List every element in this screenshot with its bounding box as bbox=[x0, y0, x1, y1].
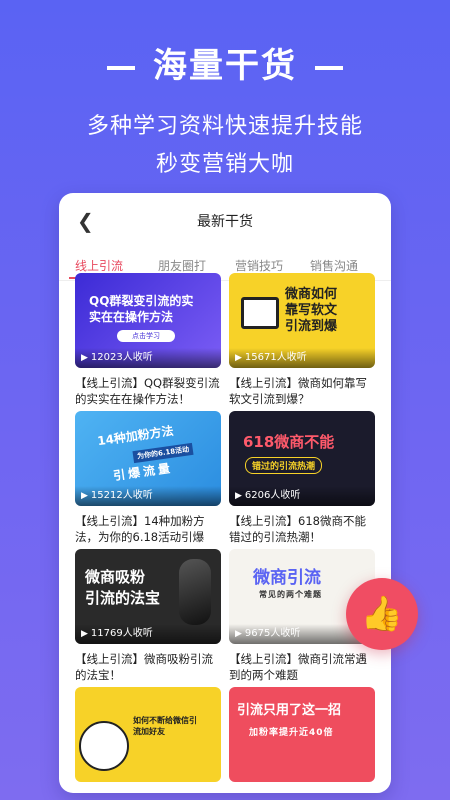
article-card[interactable]: 引流只用了这一招 加粉率提升近40倍 bbox=[229, 687, 375, 782]
article-thumbnail: QQ群裂变引流的实 实在在操作方法 点击学习 ▶ 12023人收听 bbox=[75, 273, 221, 368]
top-bar: ❮ 最新干货 bbox=[59, 193, 391, 251]
thumbnail-subtext: 常见的两个难题 bbox=[259, 590, 322, 599]
article-thumbnail: 如何不断给微信引流加好友 bbox=[75, 687, 221, 782]
article-title: 【线上引流】618微商不能错过的引流热潮！ bbox=[229, 514, 366, 544]
article-card[interactable]: QQ群裂变引流的实 实在在操作方法 点击学习 ▶ 12023人收听 【线上引流】Q… bbox=[75, 273, 221, 407]
thumbnail-text: 14种加粉方法 bbox=[96, 423, 175, 449]
listen-count: ▶ 11769人收听 bbox=[75, 624, 221, 644]
thumbnail-text: 618微商不能 bbox=[243, 433, 335, 451]
phone-screen: ❮ 最新干货 线上引流 朋友圈打 营销技巧 销售沟通 QQ群裂变引流的实 实在在… bbox=[59, 193, 391, 793]
article-thumbnail: 14种加粉方法 为你的6.18活动 引爆流量 ▶ 15212人收听 bbox=[75, 411, 221, 506]
thumbnail-badge: 引爆流量 bbox=[112, 460, 174, 484]
play-icon: ▶ bbox=[81, 629, 88, 639]
article-title: 【线上引流】QQ群裂变引流的实实在在操作方法！ bbox=[75, 376, 220, 406]
tab-sales-communication[interactable]: 销售沟通 bbox=[310, 257, 358, 274]
listen-count: ▶ 15212人收听 bbox=[75, 486, 221, 506]
hero-subtitle-2: 秒变营销大咖 bbox=[155, 152, 294, 177]
article-card[interactable]: 微商如何 靠写软文 引流到爆 ▶ 15671人收听 【线上引流】微商如何靠写软文引… bbox=[229, 273, 375, 407]
thumbs-up-icon[interactable]: 👍 bbox=[346, 578, 418, 650]
thumbnail-subtext: 错过的引流热潮 bbox=[245, 457, 323, 474]
play-icon: ▶ bbox=[235, 629, 242, 639]
tab-moments[interactable]: 朋友圈打 bbox=[158, 257, 206, 274]
play-icon: ▶ bbox=[81, 353, 88, 363]
article-title: 【线上引流】微商如何靠写软文引流到爆？ bbox=[229, 376, 367, 406]
thumbnail-text: 微商吸粉 引流的法宝 bbox=[85, 568, 161, 607]
article-card[interactable]: 微商吸粉 引流的法宝 ▶ 11769人收听 【线上引流】微商吸粉引流的法宝！ bbox=[75, 549, 221, 683]
article-card[interactable]: 618微商不能 错过的引流热潮 ▶ 6206人收听 【线上引流】618微商不能错过… bbox=[229, 411, 375, 545]
article-thumbnail: 微商吸粉 引流的法宝 ▶ 11769人收听 bbox=[75, 549, 221, 644]
article-card[interactable]: 如何不断给微信引流加好友 bbox=[75, 687, 221, 782]
thumbnail-text: 如何不断给微信引流加好友 bbox=[133, 716, 197, 736]
title-dash-left bbox=[107, 65, 135, 70]
thumbnail-text: QQ群裂变引流的实 实在在操作方法 bbox=[89, 294, 194, 324]
title-dash-right bbox=[315, 65, 343, 70]
tab-marketing-skills[interactable]: 营销技巧 bbox=[235, 257, 283, 274]
listen-count: ▶ 6206人收听 bbox=[229, 486, 375, 506]
thumbnail-badge: 点击学习 bbox=[117, 330, 175, 342]
thumbnail-text: 微商引流 bbox=[253, 568, 321, 588]
runner-figure bbox=[179, 559, 211, 625]
page-title: 最新干货 bbox=[197, 214, 253, 230]
article-title: 【线上引流】微商引流常遇到的两个难题 bbox=[229, 652, 367, 682]
thumbnail-text: 引流只用了这一招 bbox=[237, 703, 342, 718]
article-card[interactable]: 14种加粉方法 为你的6.18活动 引爆流量 ▶ 15212人收听 【线上引流】1… bbox=[75, 411, 221, 545]
article-thumbnail: 引流只用了这一招 加粉率提升近40倍 bbox=[229, 687, 375, 782]
article-thumbnail: 618微商不能 错过的引流热潮 ▶ 6206人收听 bbox=[229, 411, 375, 506]
thumbnail-text: 微商如何 靠写软文 引流到爆 bbox=[285, 287, 338, 334]
article-title: 【线上引流】14种加粉方法，为你的6.18活动引爆 bbox=[75, 514, 205, 544]
hero-subtitle-1: 多种学习资料快速提升技能 bbox=[86, 114, 363, 139]
hero-title: 海量干货 bbox=[0, 38, 450, 87]
article-thumbnail: 微商如何 靠写软文 引流到爆 ▶ 15671人收听 bbox=[229, 273, 375, 368]
play-icon: ▶ bbox=[81, 491, 88, 501]
play-icon: ▶ bbox=[235, 353, 242, 363]
play-icon: ▶ bbox=[235, 491, 242, 501]
listen-count: ▶ 15671人收听 bbox=[229, 348, 375, 368]
article-title: 【线上引流】微商吸粉引流的法宝！ bbox=[75, 652, 213, 682]
book-icon bbox=[241, 297, 279, 329]
tab-online-traffic[interactable]: 线上引流 bbox=[75, 257, 123, 274]
thumbnail-subtext: 加粉率提升近40倍 bbox=[249, 728, 334, 738]
face-illustration bbox=[79, 721, 129, 771]
listen-count: ▶ 12023人收听 bbox=[75, 348, 221, 368]
